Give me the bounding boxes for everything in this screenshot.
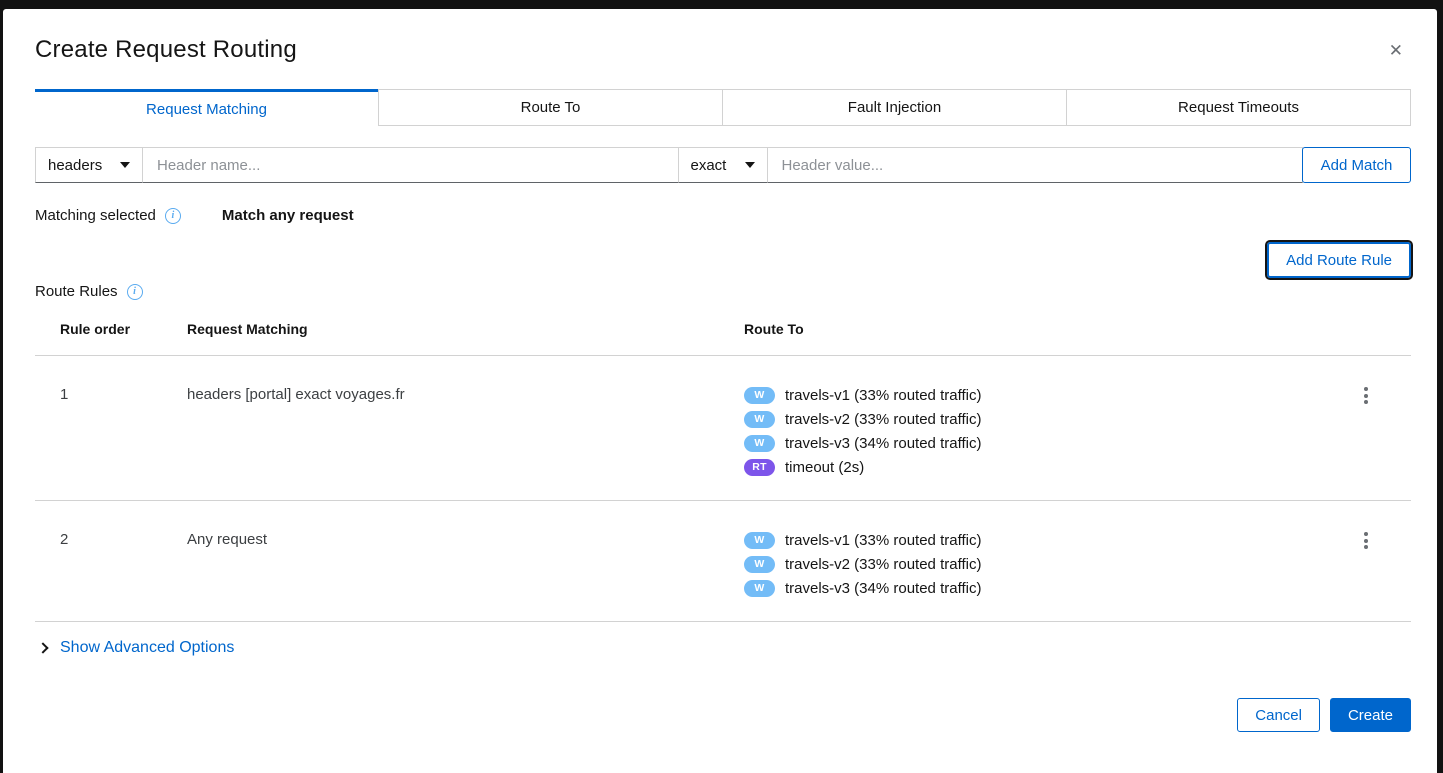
route-entry-text: travels-v3 (34% routed traffic)	[785, 580, 981, 597]
matching-selected-value: Match any request	[222, 207, 354, 224]
wizard-tabs: Request Matching Route To Fault Injectio…	[35, 89, 1411, 126]
create-request-routing-modal: Create Request Routing ✕ Request Matchin…	[3, 9, 1437, 773]
chevron-down-icon	[745, 162, 755, 168]
route-entry: W travels-v2 (33% routed traffic)	[744, 552, 1321, 576]
info-icon[interactable]: i	[127, 284, 143, 300]
create-button[interactable]: Create	[1330, 698, 1411, 732]
matching-selected-row: Matching selected i Match any request	[35, 207, 1411, 224]
rule-order-cell: 2	[35, 528, 187, 600]
info-icon[interactable]: i	[165, 208, 181, 224]
matching-selected-label: Matching selected	[35, 207, 156, 224]
route-entry-text: travels-v1 (33% routed traffic)	[785, 532, 981, 549]
column-header-actions	[1321, 321, 1411, 337]
weight-badge: W	[744, 532, 775, 549]
modal-footer: Cancel Create	[35, 698, 1411, 732]
tab-label: Route To	[521, 99, 581, 116]
route-entry: W travels-v3 (34% routed traffic)	[744, 431, 1321, 455]
route-entry-text: travels-v2 (33% routed traffic)	[785, 411, 981, 428]
kebab-menu-icon[interactable]	[1356, 528, 1376, 554]
weight-badge: W	[744, 411, 775, 428]
weight-badge: W	[744, 387, 775, 404]
route-to-cell: W travels-v1 (33% routed traffic) W trav…	[744, 528, 1321, 600]
route-entry: W travels-v2 (33% routed traffic)	[744, 407, 1321, 431]
match-builder: headers exact Add Match	[35, 147, 1411, 183]
column-header-request-matching: Request Matching	[187, 321, 744, 337]
route-entry-text: travels-v3 (34% routed traffic)	[785, 435, 981, 452]
close-icon[interactable]: ✕	[1389, 43, 1403, 60]
kebab-menu-icon[interactable]	[1356, 383, 1376, 409]
route-entry-text: timeout (2s)	[785, 459, 864, 476]
route-entry: RT timeout (2s)	[744, 455, 1321, 479]
match-category-value: headers	[48, 157, 102, 174]
route-rules-table: Rule order Request Matching Route To 1 h…	[35, 321, 1411, 622]
route-entry-text: travels-v1 (33% routed traffic)	[785, 387, 981, 404]
request-timeout-badge: RT	[744, 459, 775, 476]
route-rules-heading: Route Rules i	[35, 283, 1411, 300]
route-entry: W travels-v1 (33% routed traffic)	[744, 528, 1321, 552]
tab-request-timeouts[interactable]: Request Timeouts	[1066, 89, 1411, 126]
column-header-rule-order: Rule order	[35, 321, 187, 337]
route-entry: W travels-v1 (33% routed traffic)	[744, 383, 1321, 407]
weight-badge: W	[744, 556, 775, 573]
weight-badge: W	[744, 580, 775, 597]
tab-request-matching[interactable]: Request Matching	[35, 89, 378, 126]
rule-order-cell: 1	[35, 383, 187, 479]
tab-label: Fault Injection	[848, 99, 941, 116]
header-value-input[interactable]	[767, 147, 1304, 183]
dialog-backdrop: Create Request Routing ✕ Request Matchin…	[0, 0, 1443, 773]
header-name-input[interactable]	[142, 147, 679, 183]
chevron-down-icon	[120, 162, 130, 168]
route-rules-title: Route Rules	[35, 283, 118, 300]
page-title: Create Request Routing	[35, 36, 1411, 64]
advanced-options-row: Show Advanced Options	[35, 639, 1411, 657]
match-category-select[interactable]: headers	[35, 147, 143, 183]
table-row: 1 headers [portal] exact voyages.fr W tr…	[35, 356, 1411, 501]
tab-route-to[interactable]: Route To	[378, 89, 722, 126]
table-header-row: Rule order Request Matching Route To	[35, 321, 1411, 356]
match-operator-value: exact	[691, 157, 727, 174]
chevron-right-icon[interactable]	[37, 642, 48, 653]
request-matching-cell: Any request	[187, 528, 744, 600]
request-matching-cell: headers [portal] exact voyages.fr	[187, 383, 744, 479]
column-header-route-to: Route To	[744, 321, 1321, 337]
add-route-rule-button[interactable]: Add Route Rule	[1267, 242, 1411, 278]
show-advanced-options-link[interactable]: Show Advanced Options	[60, 639, 234, 657]
table-row: 2 Any request W travels-v1 (33% routed t…	[35, 501, 1411, 622]
weight-badge: W	[744, 435, 775, 452]
tab-label: Request Matching	[146, 101, 267, 118]
match-operator-select[interactable]: exact	[678, 147, 768, 183]
tab-label: Request Timeouts	[1178, 99, 1299, 116]
route-entry-text: travels-v2 (33% routed traffic)	[785, 556, 981, 573]
add-match-button[interactable]: Add Match	[1302, 147, 1411, 183]
route-to-cell: W travels-v1 (33% routed traffic) W trav…	[744, 383, 1321, 479]
route-entry: W travels-v3 (34% routed traffic)	[744, 576, 1321, 600]
tab-fault-injection[interactable]: Fault Injection	[722, 89, 1066, 126]
cancel-button[interactable]: Cancel	[1237, 698, 1320, 732]
